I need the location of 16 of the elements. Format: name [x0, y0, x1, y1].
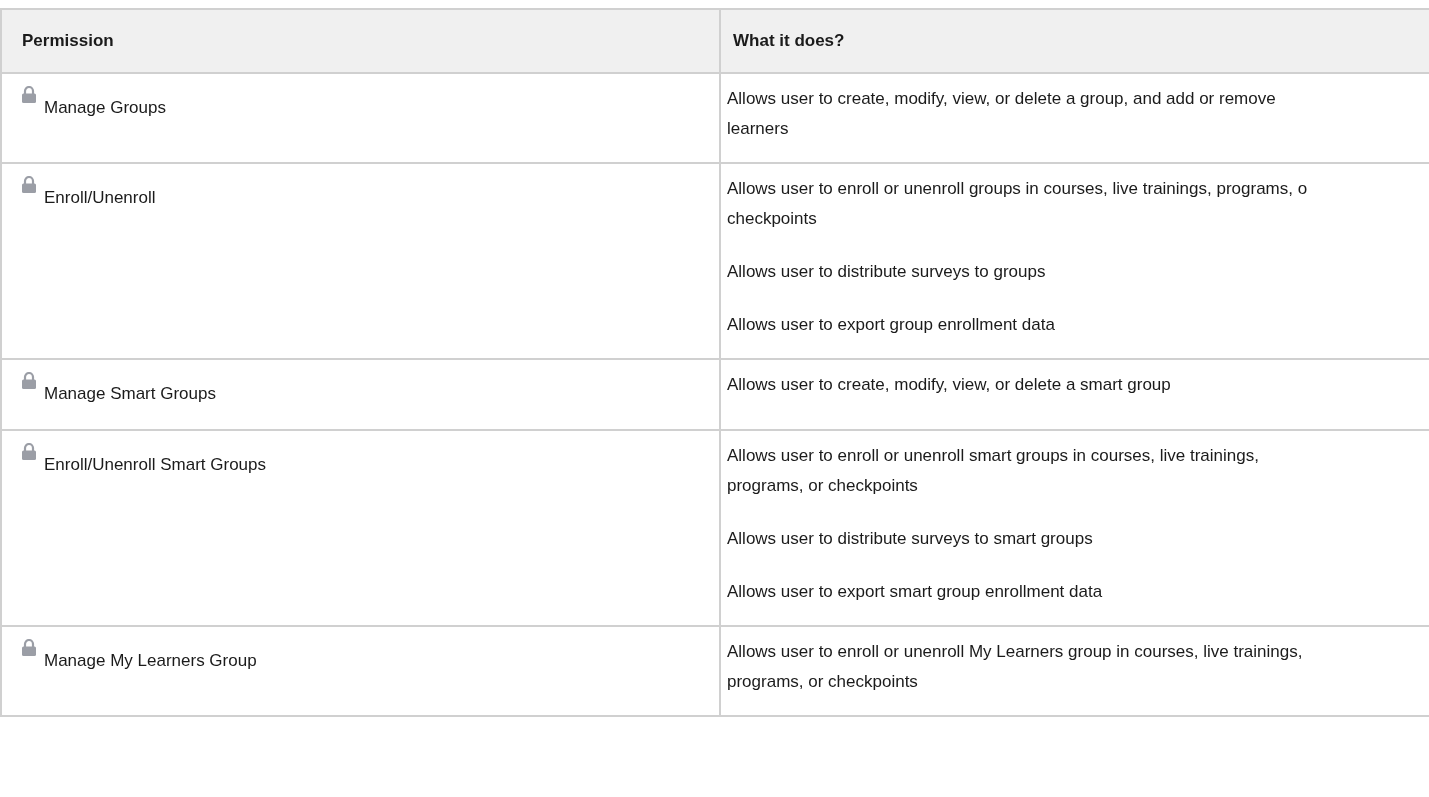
permission-description: Allows user to create, modify, view, or delete a smart group [727, 374, 1172, 396]
permission-description: Allows user to distribute surveys to smart groups [727, 528, 1094, 550]
permission-name: Manage Groups [44, 97, 166, 119]
permission-description: Allows user to enroll or unenroll smart groups in courses, live trainings, programs, or checkpoints [727, 445, 1260, 497]
permission-description: Allows user to distribute surveys to groups [727, 261, 1047, 283]
permission-description: Allows user to export smart group enrollment data [727, 581, 1104, 603]
permission-description: Allows user to export group enrollment data [727, 314, 1056, 336]
column-header: Permission [1, 9, 720, 73]
permission-name: Manage My Learners Group [44, 650, 257, 672]
permission-name: Enroll/Unenroll Smart Groups [44, 454, 267, 476]
permission-name: Manage Smart Groups [44, 383, 216, 405]
permission-description: Allows user to enroll or unenroll My Learners group in courses, live trainings, programs, or checkpoints [727, 641, 1304, 693]
permission-name: Enroll/Unenroll [44, 187, 156, 209]
column-header: What it does? [720, 9, 1429, 73]
permission-description: Allows user to enroll or unenroll groups in courses, live trainings, programs, o checkpoints [727, 178, 1309, 230]
permission-description: Allows user to create, modify, view, or delete a group, and add or remove learners [727, 88, 1277, 140]
